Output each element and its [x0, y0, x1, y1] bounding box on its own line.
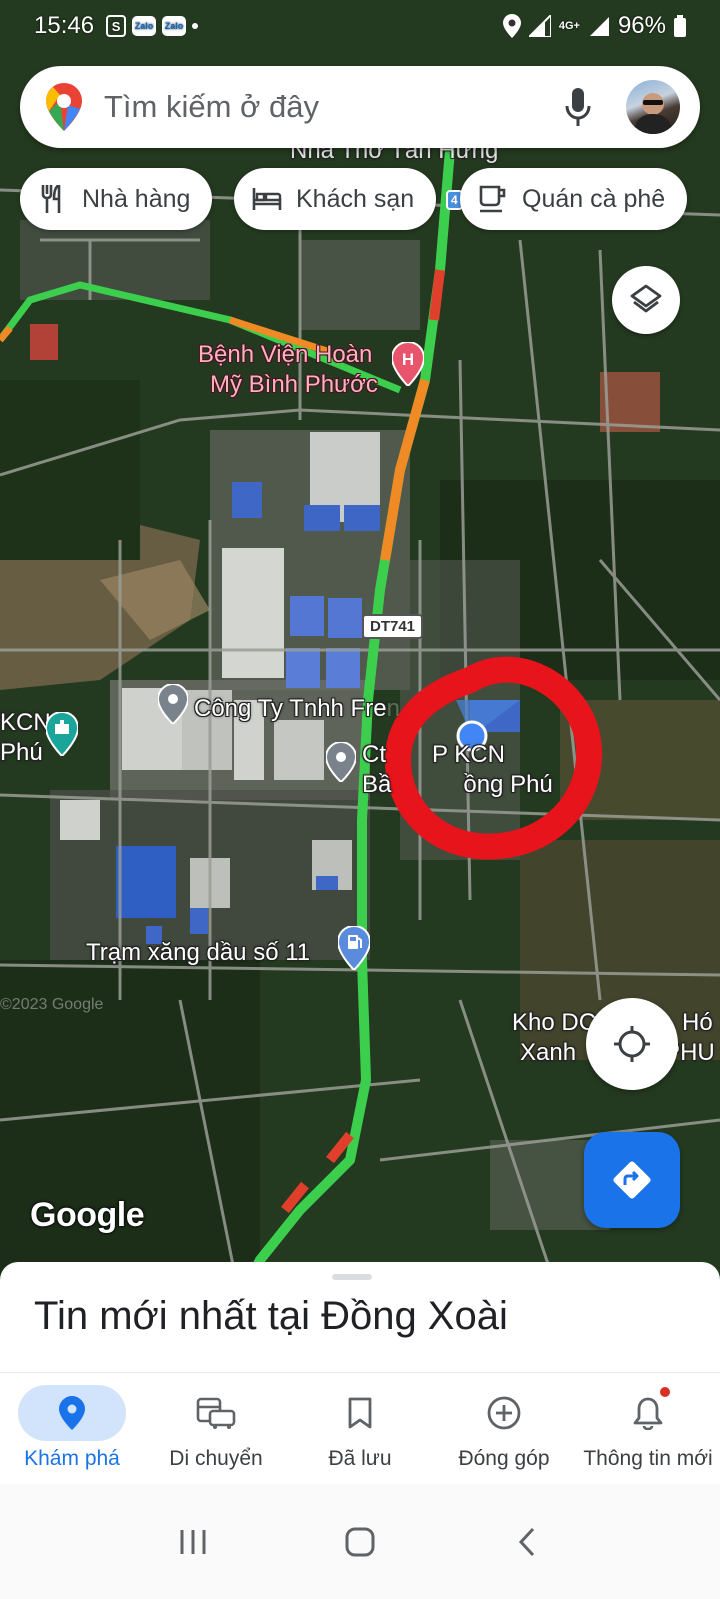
chip-restaurants-label: Nhà hàng — [82, 184, 191, 213]
company-label-suffix: n — [386, 695, 400, 722]
nav-updates-label: Thông tin mới — [583, 1447, 713, 1470]
signal-icon-2 — [589, 17, 609, 36]
zalo-icon: Zalo — [162, 16, 187, 36]
home-icon — [345, 1527, 375, 1556]
hospital-label-line1[interactable]: Bệnh Viện Hoàn — [198, 342, 372, 368]
ctcp-prefix: Ct — [362, 741, 386, 768]
battery-icon — [674, 15, 686, 37]
nav-saved-label: Đã lưu — [328, 1447, 392, 1470]
status-right: 4G+ 96% — [502, 12, 686, 40]
status-time: 15:46 — [34, 12, 95, 39]
ctcp-mid: P KCN — [432, 741, 505, 768]
network-type: 4G+ — [558, 19, 580, 32]
bottom-navigation: Khám phá Di chuyển Đã lưu Đóng góp Thông… — [0, 1372, 720, 1484]
directions-icon — [613, 1161, 651, 1199]
status-bar: 15:46 S Zalo Zalo 4G+ 96% — [0, 0, 720, 52]
recent-apps-icon — [180, 1529, 206, 1554]
zalo-icon: Zalo — [132, 16, 157, 36]
dot-icon — [192, 23, 199, 29]
google-maps-logo-icon — [46, 83, 82, 131]
chip-hotels-label: Khách sạn — [296, 184, 415, 213]
s-icon: S — [106, 15, 127, 37]
nav-contribute-label: Đóng góp — [458, 1447, 550, 1470]
search-input[interactable]: Tìm kiếm ở đây — [104, 89, 556, 125]
ctcp-line2-b: ồng Phú — [463, 771, 553, 798]
ctcp-line2-a: Bầ — [362, 771, 392, 798]
location-icon — [502, 14, 521, 38]
recent-apps-button[interactable] — [163, 1512, 223, 1572]
layers-button[interactable] — [612, 266, 680, 334]
company-label-text: Công Ty Tnhh Fre — [194, 695, 387, 722]
kcn-left-label-line2[interactable]: Phú — [0, 740, 43, 766]
sheet-drag-handle[interactable] — [332, 1274, 372, 1280]
fork-knife-icon — [38, 184, 68, 214]
home-button[interactable] — [330, 1512, 390, 1572]
warehouse-line2-a: Xanh — [520, 1039, 577, 1066]
explore-pin-icon — [18, 1385, 126, 1441]
ctcp-label-line1[interactable]: Ct P KCN — [362, 742, 505, 768]
bell-icon — [594, 1385, 702, 1441]
search-bar[interactable]: Tìm kiếm ở đây — [20, 66, 700, 148]
back-icon — [518, 1527, 534, 1556]
nav-saved[interactable]: Đã lưu — [288, 1373, 432, 1484]
chip-hotels[interactable]: Khách sạn — [234, 168, 437, 230]
nav-commute[interactable]: Di chuyển — [144, 1373, 288, 1484]
svg-text:H: H — [402, 350, 414, 369]
battery-percent: 96% — [617, 12, 666, 39]
bed-icon — [252, 184, 282, 214]
nav-commute-label: Di chuyển — [169, 1447, 263, 1470]
notification-badge — [660, 1387, 670, 1397]
commute-icon — [162, 1385, 270, 1441]
warehouse-line1-b: Hó — [682, 1009, 713, 1036]
nav-explore[interactable]: Khám phá — [0, 1373, 144, 1484]
add-circle-icon — [450, 1385, 558, 1441]
microphone-icon[interactable] — [556, 85, 600, 129]
gas-station-label[interactable]: Trạm xăng dầu số 11 — [86, 940, 310, 966]
chip-restaurants[interactable]: Nhà hàng — [20, 168, 213, 230]
company-label[interactable]: Công Ty Tnhh Fren — [194, 696, 400, 722]
directions-button[interactable] — [584, 1132, 680, 1228]
bookmark-icon — [306, 1385, 414, 1441]
coffee-cup-icon — [478, 184, 508, 214]
hospital-label-line2[interactable]: Mỹ Bình Phước — [210, 372, 378, 398]
nav-updates[interactable]: Thông tin mới — [576, 1373, 720, 1484]
nav-explore-label: Khám phá — [24, 1447, 120, 1470]
nav-contribute[interactable]: Đóng góp — [432, 1373, 576, 1484]
chip-coffee[interactable]: Quán cà phê — [460, 168, 688, 230]
avatar[interactable] — [626, 80, 680, 134]
layers-icon — [630, 284, 662, 313]
ctcp-label-line2[interactable]: Bầ ồng Phú — [362, 772, 553, 798]
kcn-left-label-line1[interactable]: KCN — [0, 710, 51, 736]
my-location-button[interactable] — [586, 998, 678, 1090]
system-navigation-bar — [0, 1484, 720, 1599]
chip-coffee-label: Quán cà phê — [522, 184, 666, 213]
google-watermark: Google — [30, 1196, 145, 1234]
signal-icon — [528, 15, 551, 37]
sheet-title: Tin mới nhất tại Đồng Xoài — [34, 1294, 508, 1338]
back-button[interactable] — [497, 1512, 557, 1572]
road-shield-dt741: DT741 — [362, 614, 424, 639]
bottom-sheet[interactable]: Tin mới nhất tại Đồng Xoài — [0, 1262, 720, 1372]
my-location-icon — [614, 1026, 650, 1062]
warehouse-line1-a: Kho DC — [512, 1009, 597, 1036]
map-copyright: ©2023 Google — [0, 996, 104, 1013]
